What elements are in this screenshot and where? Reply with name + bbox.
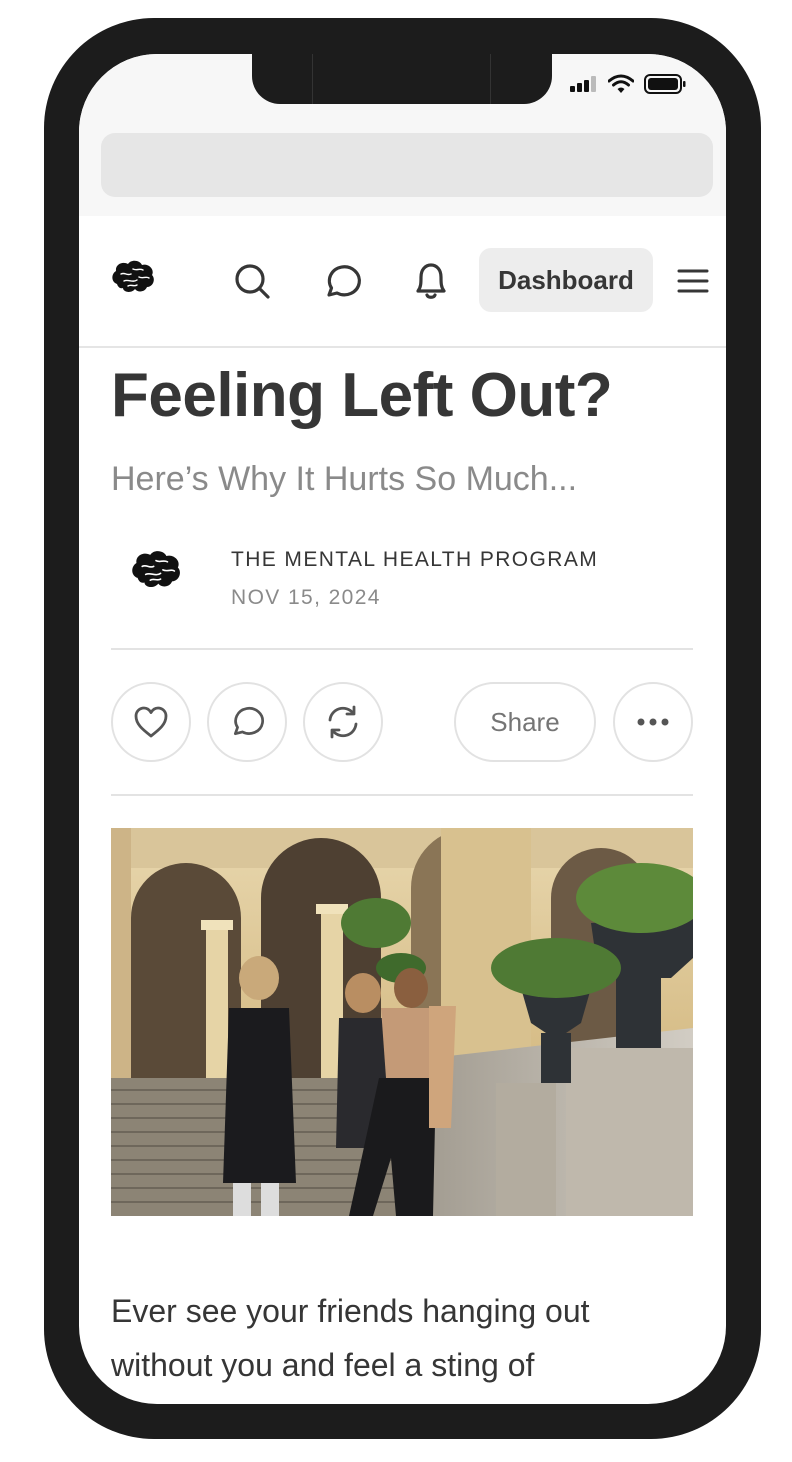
phone-frame: Dashboard Feeling Left Out? Here’s Why I… [44, 18, 761, 1439]
author-avatar[interactable] [127, 548, 185, 599]
more-button[interactable] [613, 682, 693, 762]
comment-icon [233, 707, 264, 736]
like-button[interactable] [111, 682, 191, 762]
comment-button[interactable] [207, 682, 287, 762]
post-body-text: Ever see your friends hanging out withou… [111, 1293, 590, 1383]
phone-screen: Dashboard Feeling Left Out? Here’s Why I… [79, 54, 726, 1404]
cellular-signal-icon [570, 76, 596, 92]
author-name[interactable]: THE MENTAL HEALTH PROGRAM [231, 548, 598, 572]
search-icon[interactable] [231, 260, 275, 304]
post-title: Feeling Left Out? [111, 361, 613, 430]
url-bar[interactable] [101, 133, 713, 197]
restack-icon [328, 705, 358, 739]
bell-icon[interactable] [409, 258, 453, 304]
status-icons [570, 74, 686, 94]
site-navbar: Dashboard [79, 216, 726, 348]
hamburger-menu-icon[interactable] [675, 264, 711, 298]
battery-icon [644, 74, 686, 94]
post-hero-image[interactable] [111, 828, 693, 1216]
post-subtitle: Here’s Why It Hurts So Much... [111, 460, 578, 498]
post-date: NOV 15, 2024 [231, 586, 381, 609]
wifi-icon [608, 74, 634, 93]
chat-bubble-icon[interactable] [320, 260, 364, 304]
camera-notch [252, 54, 552, 104]
brain-logo-icon[interactable] [109, 258, 157, 298]
divider-bottom [111, 794, 693, 796]
share-button[interactable]: Share [454, 682, 596, 762]
ellipsis-icon [637, 718, 669, 726]
restack-button[interactable] [303, 682, 383, 762]
heart-icon [134, 706, 168, 738]
dashboard-button[interactable]: Dashboard [479, 248, 653, 312]
divider-top [111, 648, 693, 650]
